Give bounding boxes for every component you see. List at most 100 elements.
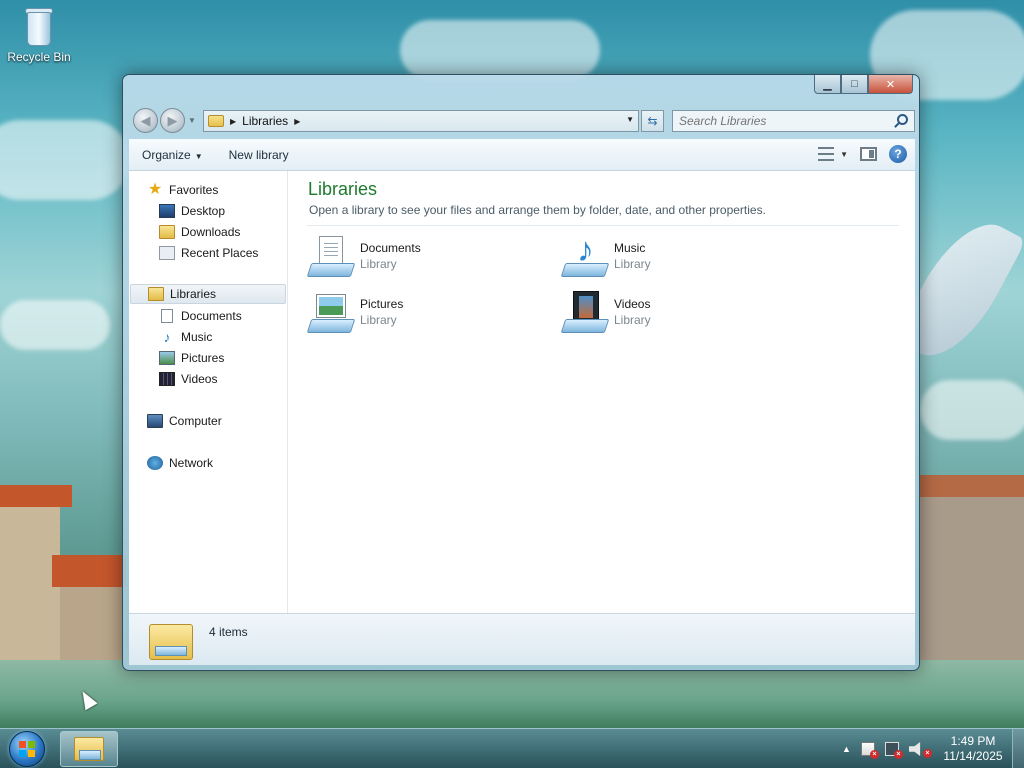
organize-label: Organize — [142, 147, 191, 162]
show-desktop-button[interactable] — [1012, 729, 1024, 768]
nav-favorites[interactable]: ★ Favorites — [147, 180, 305, 200]
command-bar: Organize ▼ New library ▼ ? — [129, 139, 915, 171]
window-content: ★ Favorites Desktop Downloads Recent Pla… — [129, 171, 915, 613]
desktop-icon — [159, 204, 175, 218]
recent-places-icon — [159, 246, 175, 260]
pictures-library-icon — [306, 289, 356, 337]
details-pane: 4 items — [129, 613, 915, 665]
search-input[interactable] — [673, 114, 883, 128]
videos-library-icon — [560, 289, 610, 337]
nav-videos-label: Videos — [181, 372, 218, 386]
nav-documents-label: Documents — [181, 309, 242, 323]
forward-button[interactable]: ▶ — [160, 108, 185, 133]
maximize-button[interactable]: □ — [841, 75, 868, 94]
music-library-icon: ♪ — [560, 233, 610, 281]
nav-downloads-label: Downloads — [181, 225, 241, 239]
libraries-icon — [148, 287, 164, 301]
computer-icon — [147, 414, 163, 428]
nav-libraries-label: Libraries — [170, 287, 217, 301]
forward-arrow-icon: ▶ — [167, 112, 178, 128]
refresh-icon: ⇆ — [647, 114, 658, 128]
caption-buttons: ▁ □ ✕ — [814, 75, 913, 94]
address-bar[interactable]: ▶ Libraries ▶ ▼ — [203, 110, 639, 132]
library-type: Library — [360, 257, 397, 271]
documents-library-icon — [306, 233, 356, 281]
library-name: Pictures — [360, 297, 404, 311]
nav-network[interactable]: Network — [147, 453, 305, 473]
navigation-pane: ★ Favorites Desktop Downloads Recent Pla… — [129, 171, 288, 613]
cloud-decoration — [920, 380, 1024, 440]
recycle-bin-desktop-icon[interactable]: Recycle Bin — [4, 6, 74, 64]
close-button[interactable]: ✕ — [868, 75, 913, 94]
recycle-bin-icon — [23, 6, 55, 46]
search-box[interactable] — [672, 110, 915, 132]
file-list-pane: Libraries Open a library to see your fil… — [289, 171, 915, 613]
library-documents[interactable]: Documents Library — [306, 233, 537, 283]
address-dropdown-icon[interactable]: ▼ — [626, 115, 634, 124]
downloads-folder-icon — [159, 225, 175, 239]
chevron-down-icon: ▼ — [840, 149, 848, 159]
library-name: Music — [614, 241, 646, 255]
network-tray-icon[interactable]: × — [884, 742, 903, 759]
videos-icon — [159, 372, 175, 386]
library-videos[interactable]: Videos Library — [560, 289, 791, 339]
nav-libraries[interactable]: Libraries — [130, 284, 286, 304]
volume-muted-badge-icon: × — [922, 748, 932, 758]
page-subtitle: Open a library to see your files and arr… — [309, 203, 766, 217]
preview-pane-icon[interactable] — [860, 147, 877, 161]
chevron-down-icon: ▼ — [194, 151, 203, 161]
nav-network-label: Network — [169, 456, 214, 470]
libraries-folder-icon — [149, 620, 193, 660]
start-button[interactable] — [6, 729, 48, 768]
library-name: Videos — [614, 297, 651, 311]
roof-decoration — [920, 475, 1024, 497]
explorer-window: ▁ □ ✕ ◀ ▶ ▼ ▶ Libraries ▶ ▼ ⇆ Organize▼ … — [122, 74, 920, 671]
new-library-button[interactable]: New library — [216, 148, 302, 162]
nav-computer[interactable]: Computer — [147, 411, 305, 431]
windows-logo-icon — [9, 731, 45, 767]
clock-date: 11/14/2025 — [943, 749, 1003, 763]
roof-decoration — [0, 485, 72, 507]
cloud-decoration — [0, 120, 130, 200]
recycle-bin-label: Recycle Bin — [7, 50, 71, 64]
clock-time: 1:49 PM — [950, 734, 996, 748]
recent-pages-dropdown[interactable]: ▼ — [188, 116, 196, 125]
nav-music-label: Music — [181, 330, 213, 344]
clock[interactable]: 1:49 PM 11/14/2025 — [938, 734, 1008, 764]
library-type: Library — [614, 313, 651, 327]
show-hidden-icons-button[interactable]: ▲ — [842, 744, 851, 754]
pictures-icon — [159, 351, 175, 365]
breadcrumb-chevron-icon[interactable]: ▶ — [230, 117, 236, 126]
documents-icon — [161, 309, 173, 323]
library-music[interactable]: ♪ Music Library — [560, 233, 791, 283]
cloud-decoration — [0, 300, 110, 350]
views-icon — [818, 147, 835, 161]
volume-icon[interactable] — [908, 742, 921, 756]
nav-desktop-label: Desktop — [181, 204, 226, 218]
action-center-flag-icon[interactable]: × — [860, 742, 879, 759]
breadcrumb-chevron-icon[interactable]: ▶ — [294, 117, 300, 126]
library-type: Library — [360, 313, 397, 327]
explorer-folder-icon — [74, 737, 104, 761]
organize-button[interactable]: Organize ▼ — [129, 148, 216, 162]
nav-favorites-label: Favorites — [169, 183, 219, 197]
change-view-button[interactable]: ▼ — [818, 147, 848, 161]
library-type: Library — [614, 257, 651, 271]
navigation-bar: ◀ ▶ ▼ ▶ Libraries ▶ ▼ ⇆ — [131, 105, 915, 135]
star-icon: ★ — [147, 181, 163, 198]
item-count: 4 items — [209, 625, 248, 639]
search-icon[interactable] — [897, 114, 908, 125]
help-icon[interactable]: ? — [889, 145, 907, 163]
cloud-decoration — [400, 20, 600, 80]
library-name: Documents — [360, 241, 421, 255]
libraries-folder-icon — [208, 115, 224, 127]
roof-decoration — [52, 555, 126, 587]
back-button[interactable]: ◀ — [133, 108, 158, 133]
system-tray: ▲ × × × — [842, 729, 942, 768]
refresh-button[interactable]: ⇆ — [641, 110, 664, 132]
library-pictures[interactable]: Pictures Library — [306, 289, 537, 339]
taskbar-explorer-button[interactable] — [60, 731, 118, 767]
minimize-button[interactable]: ▁ — [814, 75, 841, 94]
breadcrumb-libraries[interactable]: Libraries — [242, 114, 288, 128]
nav-computer-label: Computer — [169, 414, 222, 428]
